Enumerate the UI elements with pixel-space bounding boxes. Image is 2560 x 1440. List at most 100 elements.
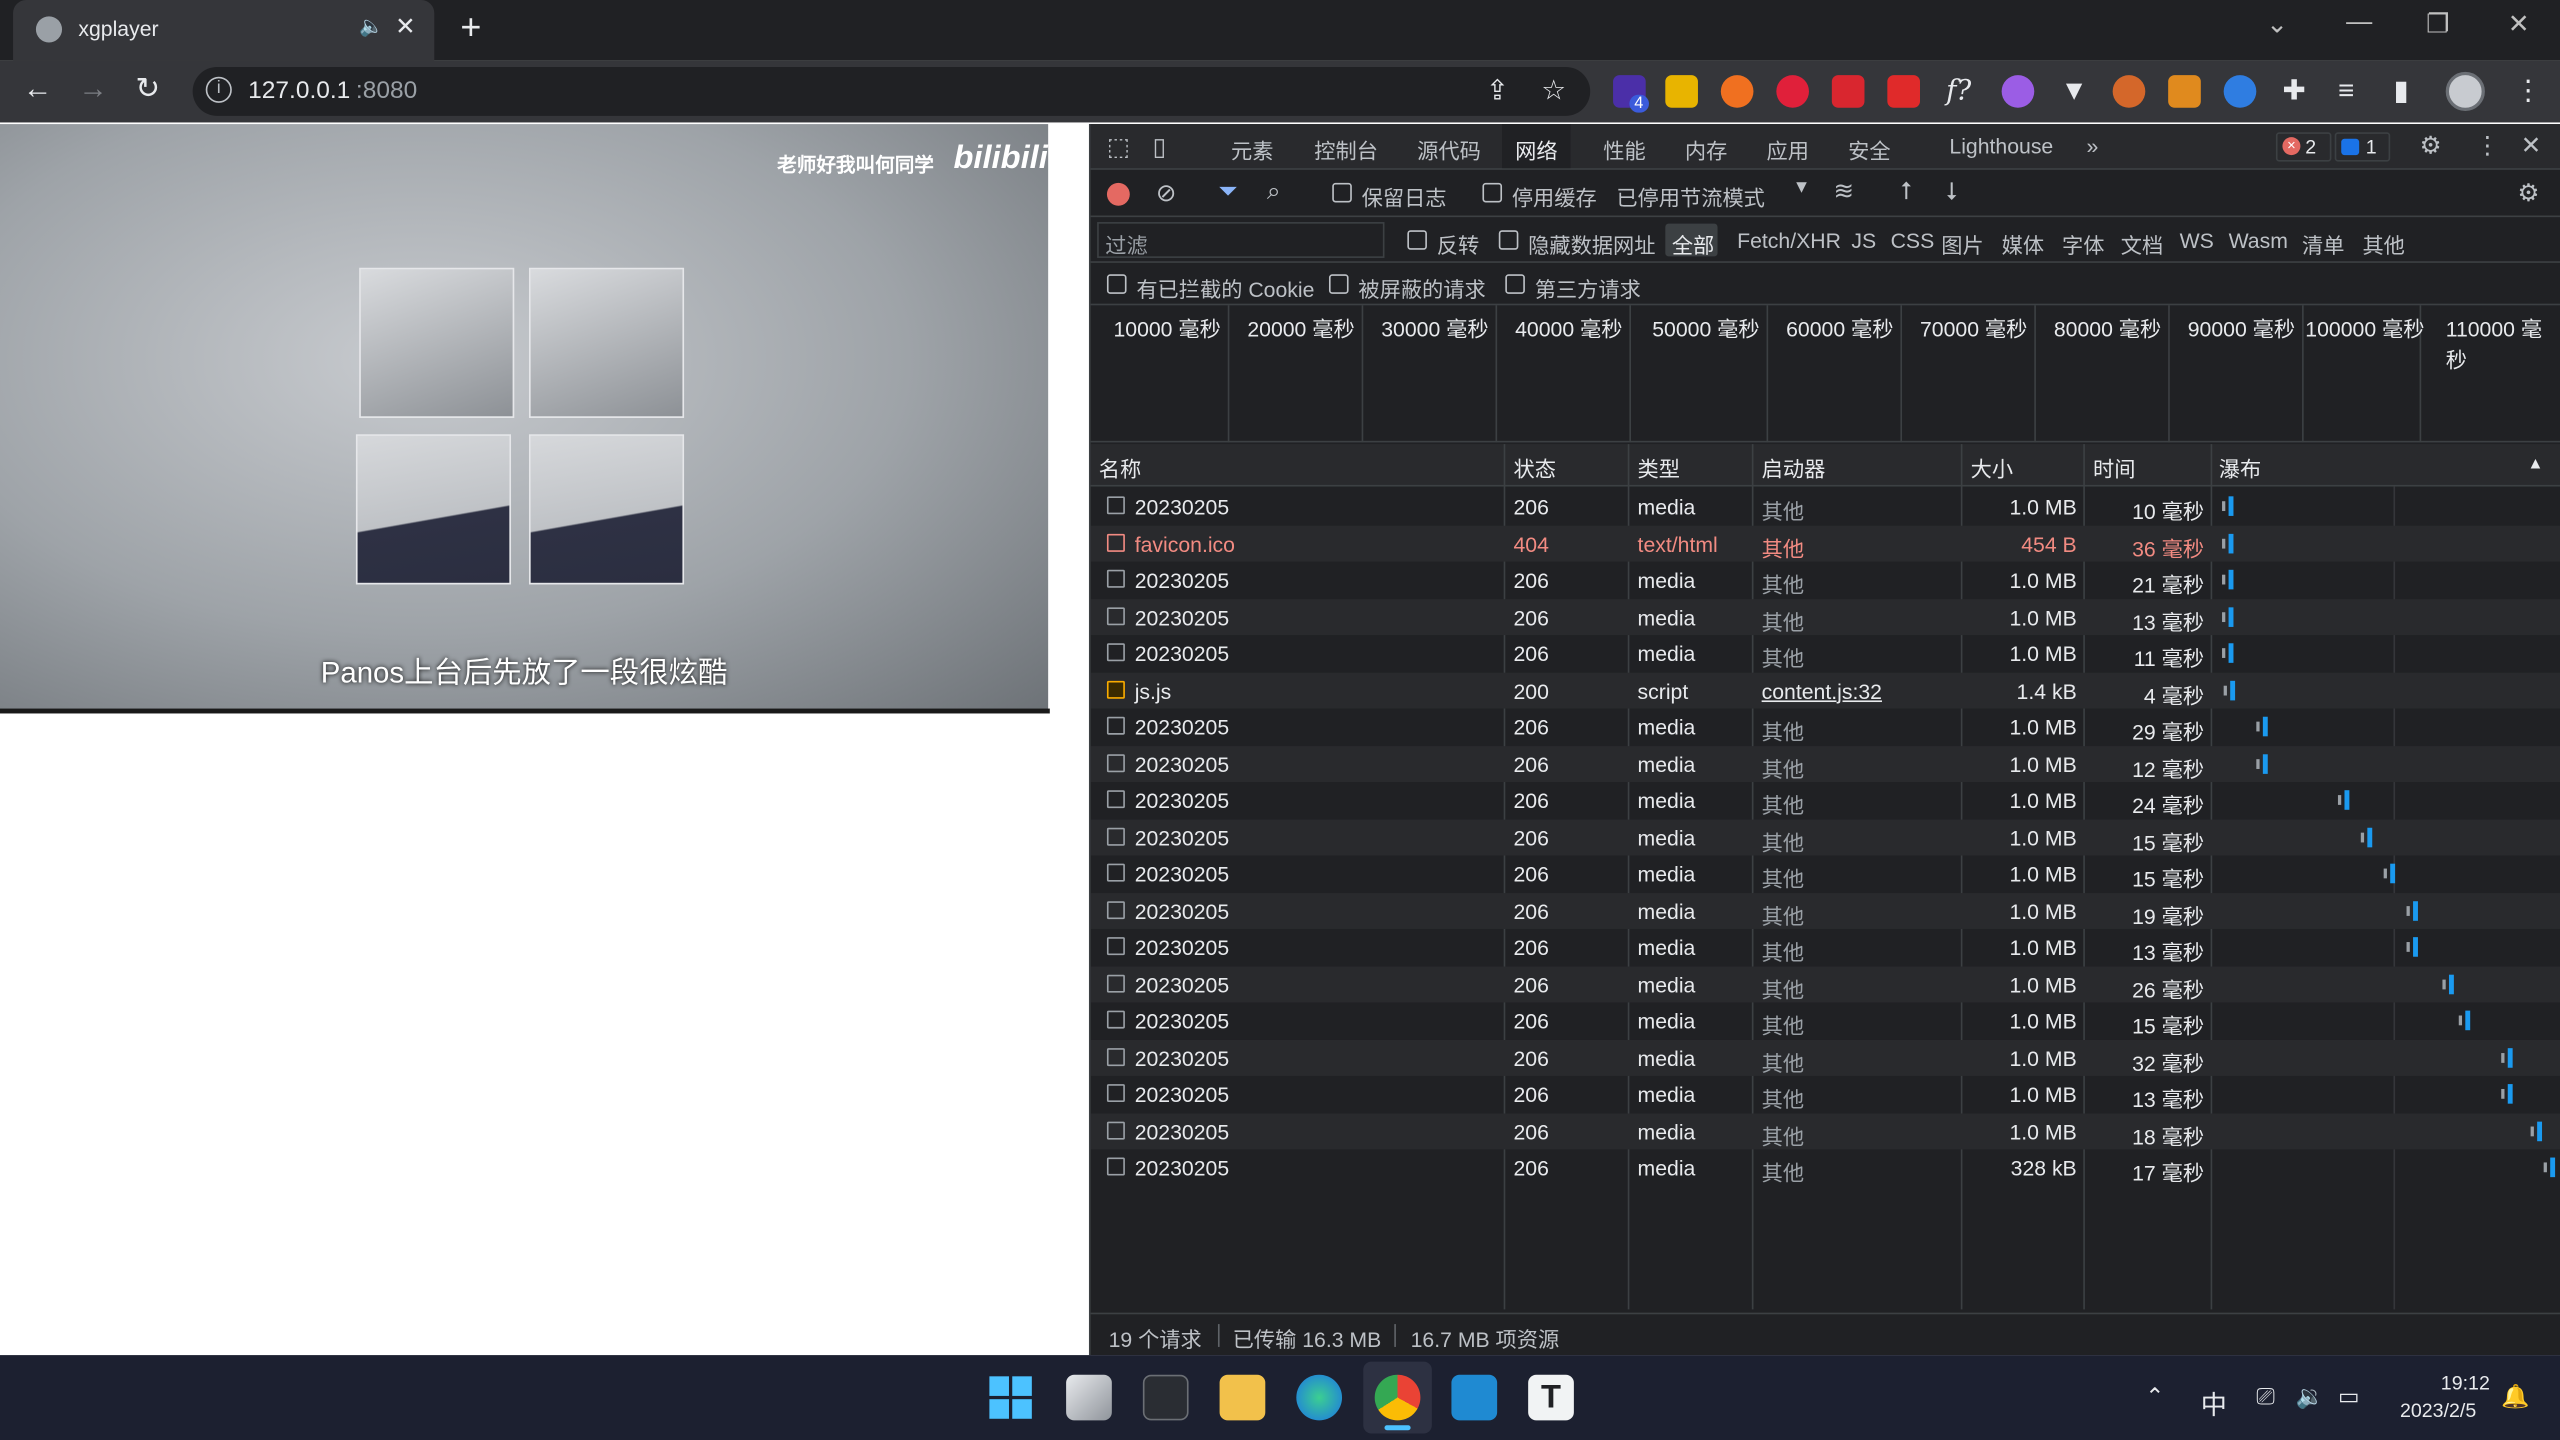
more-tabs-button[interactable]: » <box>2087 134 2099 158</box>
filter-icon[interactable]: ⏷ <box>1218 178 1238 206</box>
table-row[interactable]: 20230205 206 media 其他 1.0 MB 11 毫秒 <box>1091 635 2560 672</box>
extension-icon[interactable] <box>2168 75 2201 108</box>
ime-indicator[interactable]: 中 <box>2201 1383 2227 1422</box>
network-overview-timeline[interactable]: 10000 毫秒 20000 毫秒 30000 毫秒 40000 毫秒 50000 毫秒… <box>1090 305 2560 443</box>
cell-name[interactable]: 20230205 <box>1135 1046 1229 1070</box>
cell-name[interactable]: 20230205 <box>1135 899 1229 923</box>
invert-checkbox[interactable] <box>1407 230 1427 250</box>
table-row[interactable]: 20230205 206 media 其他 1.0 MB 19 毫秒 <box>1090 892 2560 929</box>
cell-name[interactable]: 20230205 <box>1135 789 1229 813</box>
reload-icon[interactable]: ↻ <box>136 72 161 106</box>
filter-type-ws[interactable]: WS <box>2180 229 2214 253</box>
column-time[interactable]: 时间 <box>2093 452 2135 483</box>
clock-time[interactable]: 19:12 <box>2441 1371 2490 1394</box>
table-row[interactable]: 20230205 206 media 其他 328 kB 17 毫秒 <box>1091 1149 2560 1186</box>
address-bar[interactable]: i 127.0.0.1 :8080 <box>192 66 1591 116</box>
table-row[interactable]: 20230205 206 media 其他 1.0 MB 12 毫秒 <box>1090 745 2560 783</box>
filter-type-other[interactable]: 其他 <box>2362 229 2404 260</box>
tab-application[interactable]: 应用 <box>1767 134 1809 165</box>
filter-type-manifest[interactable]: 清单 <box>2302 229 2344 260</box>
tab-network[interactable]: 网络 <box>1502 124 1571 169</box>
cell-name[interactable]: 20230205 <box>1135 568 1229 592</box>
filter-input[interactable]: 过滤 <box>1097 222 1385 258</box>
restore-icon[interactable]: ❐ <box>2426 8 2449 41</box>
record-icon[interactable] <box>1106 182 1130 206</box>
bookmark-star-icon[interactable]: ☆ <box>1541 75 1566 108</box>
minimize-icon[interactable]: — <box>2346 8 2372 37</box>
table-row[interactable]: 20230205 206 media 其他 1.0 MB 15 毫秒 <box>1091 1002 2560 1039</box>
forward-icon[interactable]: → <box>78 72 107 106</box>
extension-icon[interactable] <box>1665 75 1698 108</box>
cell-name[interactable]: favicon.ico <box>1135 531 1235 555</box>
tab-console[interactable]: 控制台 <box>1314 134 1378 165</box>
typora-icon[interactable]: T <box>1528 1374 1574 1421</box>
cell-name[interactable]: 20230205 <box>1135 862 1229 886</box>
tray-overflow-icon[interactable]: ⌃ <box>2145 1383 2164 1411</box>
tab-lighthouse[interactable]: Lighthouse <box>1949 134 2053 158</box>
cell-initiator[interactable]: content.js:32 <box>1762 678 1882 702</box>
tab-close-button[interactable]: ✕ <box>395 11 416 41</box>
table-row[interactable]: 20230205 206 media 其他 1.0 MB 24 毫秒 <box>1091 782 2560 819</box>
column-status[interactable]: 状态 <box>1513 452 1555 483</box>
extension-icon[interactable] <box>1831 75 1865 108</box>
sort-ascending-icon[interactable]: ▲ <box>2527 456 2543 474</box>
filter-type-css[interactable]: CSS <box>1891 229 1935 253</box>
new-tab-button[interactable]: + <box>460 7 481 49</box>
table-row[interactable]: 20230205 206 media 其他 1.0 MB 15 毫秒 <box>1091 856 2560 893</box>
message-counter[interactable]: 1 <box>2334 132 2391 162</box>
table-row[interactable]: 20230205 206 media 其他 1.0 MB 15 毫秒 <box>1090 818 2560 856</box>
extension-icon[interactable] <box>2112 75 2146 108</box>
filter-type-js[interactable]: JS <box>1851 229 1876 253</box>
device-toolbar-icon[interactable]: ▯ <box>1153 132 1166 162</box>
preserve-log-checkbox[interactable] <box>1332 182 1352 203</box>
puzzle-icon[interactable]: ✚ <box>2282 75 2305 108</box>
edge-icon[interactable] <box>1296 1374 1343 1421</box>
cell-name[interactable]: 20230205 <box>1135 605 1229 629</box>
hide-data-urls-checkbox[interactable] <box>1498 230 1519 250</box>
extension-icon[interactable] <box>2223 75 2257 108</box>
import-har-icon[interactable]: ⭡ <box>1900 178 1912 206</box>
inspect-icon[interactable]: ⬚ <box>1107 132 1130 162</box>
cell-name[interactable]: 20230205 <box>1135 1156 1229 1180</box>
table-row[interactable]: 20230205 206 media 其他 1.0 MB 26 毫秒 <box>1090 965 2560 1003</box>
table-row[interactable]: 20230205 206 media 其他 1.0 MB 10 毫秒 <box>1091 488 2560 525</box>
chevron-down-icon[interactable]: ▼ <box>1793 178 1811 198</box>
extension-icon[interactable] <box>1887 75 1920 108</box>
start-menu-icon[interactable] <box>989 1376 1032 1419</box>
filter-type-fetch[interactable]: Fetch/XHR <box>1737 229 1841 253</box>
side-panel-icon[interactable]: ▮ <box>2393 75 2408 108</box>
vue-devtools-icon[interactable]: ▼ <box>2060 75 2087 108</box>
table-row[interactable]: 20230205 206 media 其他 1.0 MB 13 毫秒 <box>1090 598 2560 636</box>
column-waterfall[interactable]: 瀑布 <box>2219 452 2261 483</box>
tab-memory[interactable]: 内存 <box>1685 134 1727 165</box>
formula-icon[interactable]: f? <box>1946 75 1971 108</box>
cell-name[interactable]: 20230205 <box>1135 825 1229 849</box>
speaker-icon[interactable]: 🔈 <box>359 15 383 38</box>
cell-name[interactable]: 20230205 <box>1135 642 1229 666</box>
cell-name[interactable]: 20230205 <box>1135 495 1229 519</box>
menu-icon[interactable]: ⋮ <box>2514 75 2542 108</box>
column-size[interactable]: 大小 <box>1971 452 2013 483</box>
error-counter[interactable]: × 2 <box>2275 132 2332 162</box>
table-row[interactable]: 20230205 206 media 其他 1.0 MB 29 毫秒 <box>1091 709 2560 746</box>
devtools-menu-icon[interactable]: ⋮ <box>2475 131 2499 160</box>
cell-name[interactable]: 20230205 <box>1135 936 1229 960</box>
site-info-icon[interactable]: i <box>205 76 232 103</box>
extension-icon[interactable] <box>1776 75 1809 108</box>
disable-cache-checkbox[interactable] <box>1482 182 1503 203</box>
filter-type-wasm[interactable]: Wasm <box>2229 229 2288 253</box>
cell-name[interactable]: js.js <box>1135 678 1172 702</box>
filter-type-doc[interactable]: 文档 <box>2121 229 2163 260</box>
close-devtools-icon[interactable]: ✕ <box>2521 131 2542 160</box>
column-type[interactable]: 类型 <box>1638 452 1680 483</box>
table-row[interactable]: js.js 200 script content.js:32 1.4 kB 4 毫秒 <box>1090 671 2560 709</box>
terminal-icon[interactable] <box>1142 1374 1189 1421</box>
video-player[interactable]: 老师好我叫何同学 bilibili Panos上台后先放了一段很炫酷 <box>0 124 1049 712</box>
network-conditions-icon[interactable]: ≋ <box>1833 176 1854 206</box>
cell-name[interactable]: 20230205 <box>1135 752 1229 776</box>
tab-search-icon[interactable]: ⌄ <box>2266 8 2288 41</box>
volume-icon[interactable]: 🔉 <box>2296 1383 2324 1411</box>
back-icon[interactable]: ← <box>23 72 52 106</box>
filter-type-img[interactable]: 图片 <box>1941 229 1983 260</box>
tab-elements[interactable]: 元素 <box>1231 134 1273 165</box>
